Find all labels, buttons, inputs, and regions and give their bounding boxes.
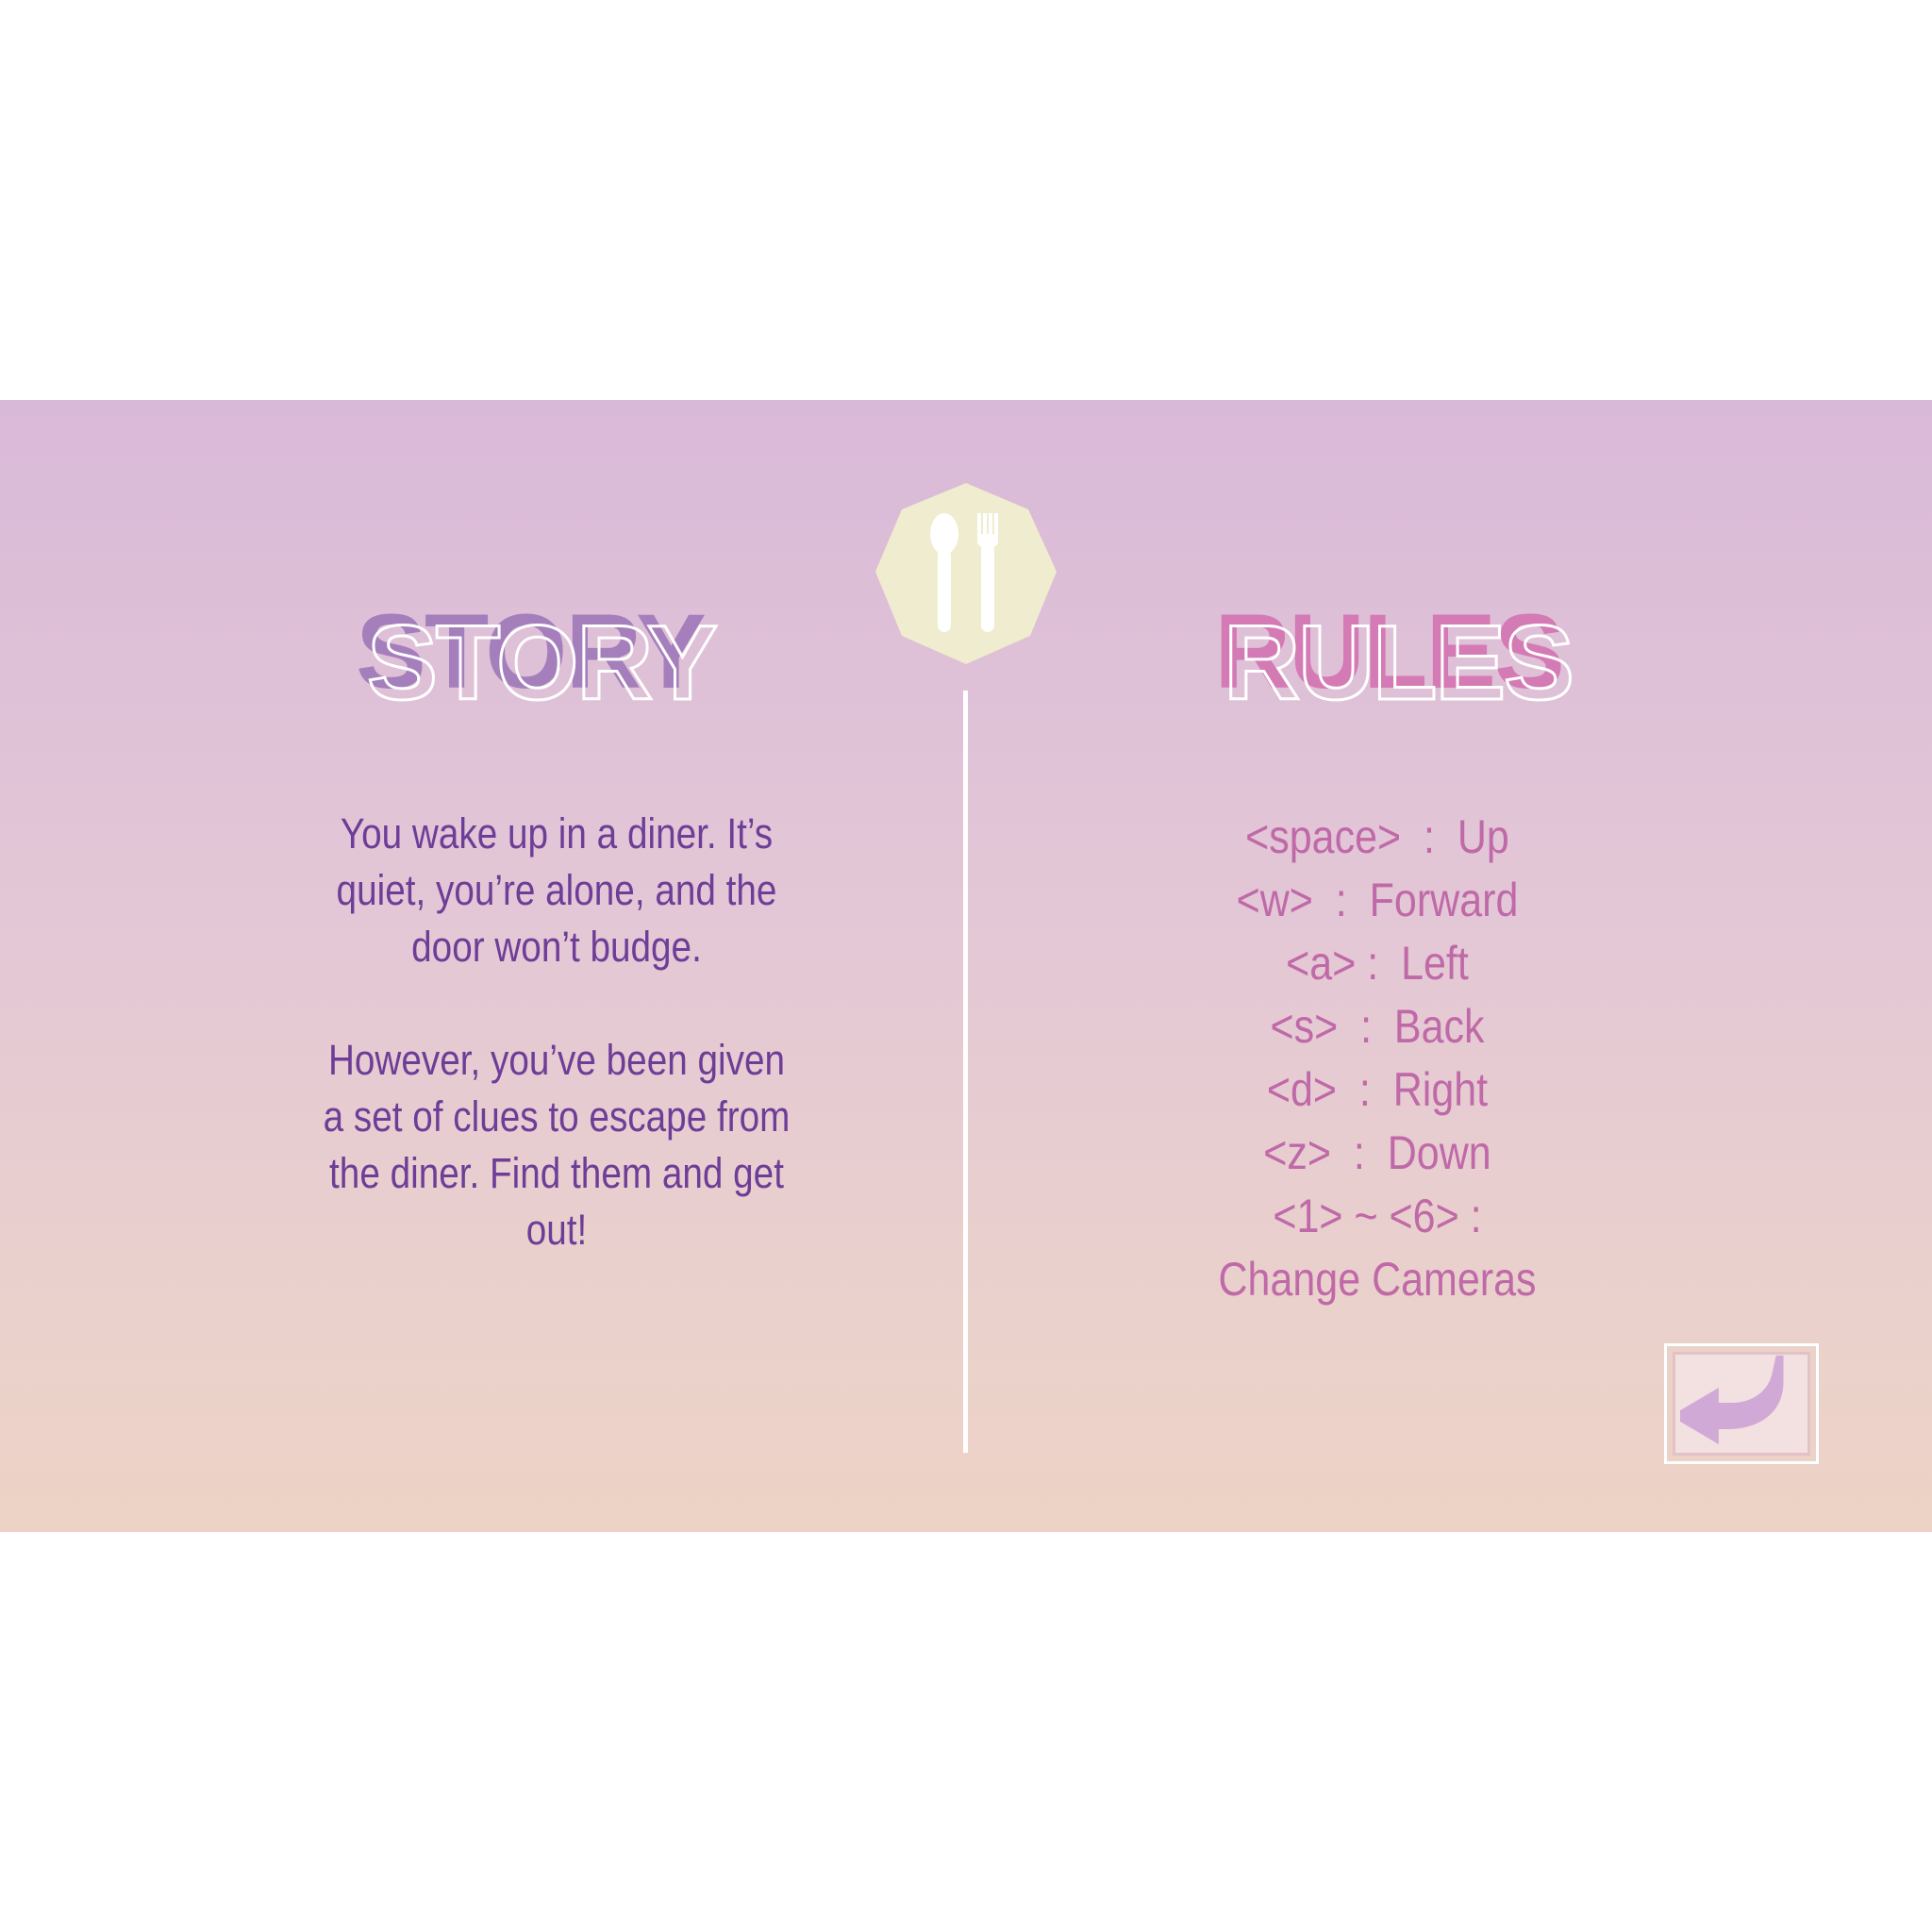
story-paragraph-1: You wake up in a diner. It’s quiet, you’… bbox=[336, 809, 777, 971]
rules-heading-outline: RULES bbox=[1224, 604, 1573, 722]
rule-s-back: <s> : Back bbox=[1270, 1000, 1485, 1053]
rule-z-down: <z> : Down bbox=[1263, 1126, 1491, 1179]
octagon-badge bbox=[875, 483, 1057, 664]
return-arrow-icon bbox=[1680, 1356, 1784, 1444]
rules-list: <space> : Up <w> : Forward <a> : Left <s… bbox=[1125, 806, 1628, 1311]
diner-emblem bbox=[874, 481, 1058, 666]
rule-w-forward: <w> : Forward bbox=[1236, 874, 1519, 926]
rules-heading: RULES RULES bbox=[1151, 592, 1641, 724]
center-divider bbox=[963, 691, 968, 1453]
story-text: You wake up in a diner. It’s quiet, you’… bbox=[322, 806, 792, 1258]
story-heading-outline: STORY bbox=[367, 604, 716, 722]
back-button[interactable] bbox=[1664, 1343, 1819, 1464]
rule-d-right: <d> : Right bbox=[1266, 1063, 1489, 1116]
menu-panel: STORY STORY RULES RULES You wake up in a… bbox=[0, 400, 1932, 1532]
rule-change-cameras: <1> ~ <6> : Change Cameras bbox=[1218, 1190, 1537, 1306]
utensils-icon bbox=[875, 483, 1057, 664]
story-paragraph-2: However, you’ve been given a set of clue… bbox=[323, 1036, 791, 1254]
rule-space-up: <space> : Up bbox=[1245, 810, 1509, 863]
story-heading: STORY STORY bbox=[311, 592, 802, 724]
rule-a-left: <a> : Left bbox=[1286, 937, 1469, 990]
